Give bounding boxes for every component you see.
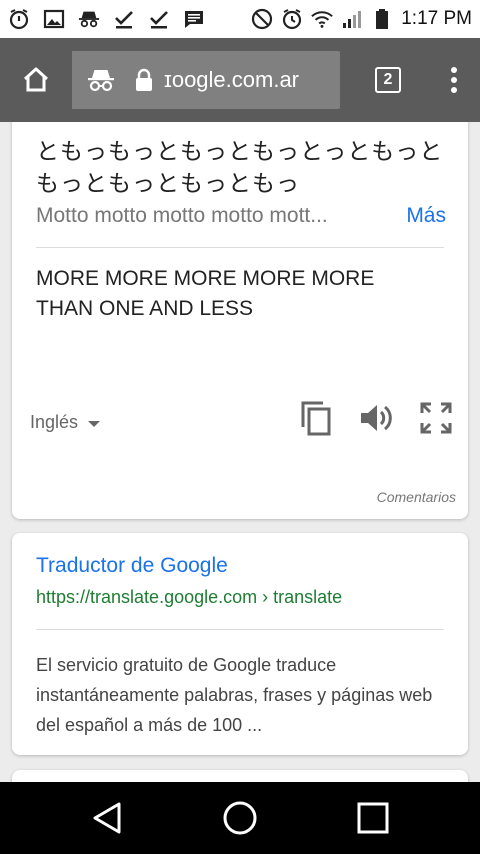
speaker-icon	[361, 405, 392, 431]
divider	[36, 629, 444, 630]
feedback-link[interactable]: Comentarios	[377, 489, 456, 505]
more-vert-icon	[451, 67, 457, 93]
source-text: ともっもっともっともっとっともっともっともっともっともっ	[36, 139, 444, 197]
tab-switcher-button[interactable]: 2	[366, 38, 410, 122]
fullscreen-button[interactable]	[418, 400, 454, 436]
address-bar[interactable]: ɪoogle.com.ar	[130, 51, 340, 109]
home-icon	[23, 67, 49, 92]
home-button[interactable]	[0, 38, 72, 122]
copy-icon	[301, 401, 331, 436]
alarm-badge-icon	[8, 8, 30, 30]
browser-toolbar: ɪoogle.com.ar 2	[0, 38, 480, 122]
image-icon	[43, 8, 65, 30]
dropdown-arrow-icon	[88, 420, 101, 427]
url-text: ɪoogle.com.ar	[164, 67, 300, 92]
back-triangle-icon	[93, 802, 121, 834]
romanization: Motto motto motto motto mott...	[36, 204, 328, 227]
dnd-icon	[251, 8, 273, 30]
message-icon	[183, 8, 205, 30]
recents-square-icon	[357, 802, 389, 834]
listen-button[interactable]	[358, 400, 394, 436]
status-bar: 1:17 PM	[0, 0, 480, 38]
result-url: https://translate.google.com › translate	[36, 587, 343, 607]
fullscreen-icon	[420, 402, 452, 434]
search-result-card[interactable]: Traductor de Google https://translate.go…	[12, 533, 468, 755]
clock-time: 1:17 PM	[401, 8, 472, 29]
target-language-selector[interactable]: Inglés	[30, 412, 104, 433]
incognito-indicator	[72, 51, 130, 109]
romanization-row: Motto motto motto motto mott... Más	[36, 204, 446, 228]
home-circle-icon	[223, 801, 257, 835]
wifi-icon	[311, 8, 334, 30]
back-button[interactable]	[77, 788, 137, 848]
more-link[interactable]: Más	[406, 204, 446, 228]
download-done-icon	[113, 8, 135, 30]
next-result-card[interactable]	[12, 770, 468, 782]
overflow-menu-button[interactable]	[432, 38, 476, 122]
download-done-icon	[148, 8, 170, 30]
target-language: Inglés	[30, 412, 79, 432]
alarm-icon	[281, 8, 303, 30]
page-content[interactable]: ともっもっともっともっとっともっともっともっともっともっ Motto motto…	[0, 122, 480, 782]
translate-card: ともっもっともっともっとっともっともっともっともっともっ Motto motto…	[12, 122, 468, 519]
battery-icon	[371, 8, 393, 30]
notification-icons	[8, 8, 205, 30]
lock-icon	[136, 68, 152, 91]
translation-actions	[298, 400, 454, 436]
translation-text: MORE MORE MORE MORE MORE THAN ONE AND LE…	[36, 267, 375, 320]
result-title[interactable]: Traductor de Google	[36, 554, 228, 578]
signal-icon	[341, 8, 363, 30]
recents-button[interactable]	[343, 788, 403, 848]
divider	[36, 247, 444, 248]
tab-count: 2	[375, 67, 401, 93]
incognito-icon	[88, 70, 114, 92]
result-snippet: El servicio gratuito de Google traduce i…	[36, 655, 433, 735]
navigation-bar	[0, 782, 480, 854]
system-icons: 1:17 PM	[251, 8, 472, 30]
copy-button[interactable]	[298, 400, 334, 436]
home-nav-button[interactable]	[210, 788, 270, 848]
incognito-icon	[78, 8, 100, 30]
